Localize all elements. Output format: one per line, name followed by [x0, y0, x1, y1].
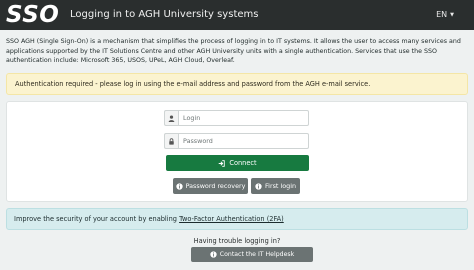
security-text: Improve the security of your account by …: [14, 215, 180, 223]
info-icon: [175, 182, 183, 190]
login-input[interactable]: [178, 110, 309, 126]
language-selector[interactable]: EN ▼: [436, 9, 454, 21]
contact-helpdesk-label: Contact the IT Helpdesk: [219, 251, 295, 258]
sign-in-icon: [218, 159, 226, 167]
page-title: Logging in to AGH University systems: [70, 9, 259, 20]
password-input[interactable]: [178, 133, 309, 149]
auth-required-alert: Authentication required - please log in …: [6, 73, 468, 95]
first-login-label: First login: [264, 182, 297, 190]
two-factor-link[interactable]: Two-Factor Authentication (2FA): [179, 215, 284, 223]
intro-text: SSO AGH (Single Sign-On) is a mechanism …: [6, 38, 461, 65]
language-label: EN: [436, 10, 448, 19]
password-recovery-button[interactable]: Password recovery: [173, 178, 248, 194]
first-login-button[interactable]: First login: [251, 178, 300, 194]
connect-button[interactable]: Connect: [166, 155, 309, 171]
caret-down-icon: ▼: [450, 12, 454, 18]
password-recovery-label: Password recovery: [185, 182, 246, 190]
connect-label: Connect: [229, 159, 257, 167]
contact-helpdesk-button[interactable]: Contact the IT Helpdesk: [191, 247, 313, 262]
sso-logo[interactable]: SSO: [6, 2, 59, 28]
security-alert: Improve the security of your account by …: [6, 208, 468, 230]
trouble-text: Having trouble logging in?: [193, 237, 281, 245]
info-icon: [255, 182, 262, 190]
user-icon: [164, 110, 178, 126]
lock-icon: [164, 133, 178, 149]
login-field: [164, 110, 309, 126]
top-navbar: SSO Logging in to AGH University systems…: [0, 0, 474, 30]
password-field: [164, 133, 309, 149]
info-icon: [210, 251, 217, 258]
